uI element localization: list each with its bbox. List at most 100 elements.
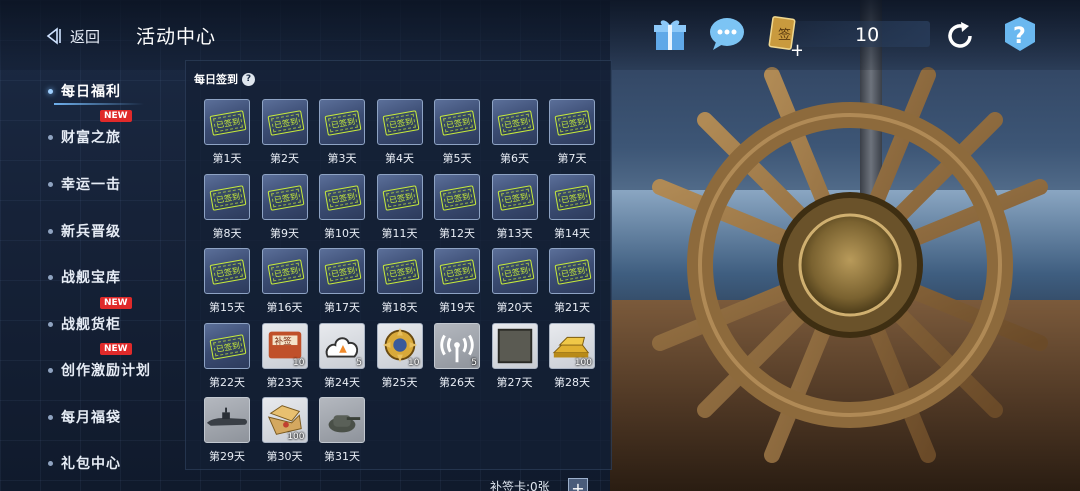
sidebar-item-label: 战舰货柜: [61, 317, 121, 333]
signin-day[interactable]: 已签到 第19天: [434, 248, 480, 316]
signin-day[interactable]: 已签到 第17天: [319, 248, 365, 316]
sign-card-counter: 签 +: [768, 16, 930, 56]
signin-day[interactable]: 5 第26天: [434, 322, 480, 391]
day-label: 第12天: [439, 226, 475, 240]
day-label: 第9天: [270, 226, 299, 240]
reward-tile: 已签到: [376, 248, 423, 294]
day-label: 第31天: [324, 450, 360, 463]
signin-day[interactable]: 100 第28天: [549, 322, 595, 391]
day-label: 第28天: [554, 375, 590, 389]
sidebar-item-0[interactable]: 每日福利: [48, 76, 178, 106]
signin-day[interactable]: 已签到 第15天: [204, 248, 250, 316]
day-label: 第22天: [209, 375, 245, 389]
reward-tile: 已签到: [491, 248, 538, 294]
signin-day[interactable]: 10 第25天: [376, 322, 423, 391]
sidebar-item-label: 新兵晋级: [61, 224, 121, 240]
sidebar-dot: [48, 274, 53, 280]
signin-day[interactable]: 已签到第16天: [261, 248, 308, 316]
day-label: 第5天: [442, 152, 472, 165]
back-button[interactable]: 返回: [44, 24, 100, 48]
day-label: 第2天: [270, 152, 299, 165]
refresh-icon[interactable]: [944, 20, 976, 52]
signin-day[interactable]: 已签到第22天: [204, 322, 250, 391]
reward-quantity: 100: [574, 357, 592, 368]
sidebar-item-4[interactable]: 战舰宝库: [48, 262, 178, 292]
day-label: 第8天: [212, 226, 242, 240]
sidebar-item-label: 财富之旅: [61, 130, 121, 146]
sidebar-item-2[interactable]: 幸运一击: [48, 169, 178, 199]
sidebar-dot: [48, 414, 53, 420]
day-label: 第7天: [557, 152, 587, 165]
signin-day[interactable]: 已签到 第18天: [376, 248, 423, 316]
signed-stamp: 已签到: [382, 110, 419, 136]
plate-icon: [497, 328, 532, 363]
sidebar-item-7[interactable]: 每月福袋: [48, 402, 178, 432]
sidebar-item-5[interactable]: 战舰货柜 NEW: [48, 297, 178, 339]
sidebar-dot: [48, 88, 53, 94]
reward-tile: 5: [319, 322, 365, 369]
signin-day[interactable]: 第29天: [204, 397, 250, 465]
signed-stamp: 已签到: [439, 110, 477, 136]
back-arrow-icon: [46, 27, 61, 45]
reward-tile: 10: [376, 322, 423, 369]
day-label: 第10天: [324, 226, 360, 240]
signin-day[interactable]: 已签到第5天: [434, 99, 480, 167]
signin-day[interactable]: 已签到第9天: [261, 173, 308, 242]
signin-day[interactable]: 已签到 第14天: [549, 173, 595, 242]
sidebar-dot: [48, 181, 53, 187]
signin-day[interactable]: 已签到 第11天: [376, 173, 423, 242]
add-makeup-card-button[interactable]: +: [568, 478, 588, 491]
reward-tile: 已签到: [491, 173, 538, 220]
signin-day[interactable]: 100 第30天: [261, 397, 308, 465]
reward-tile: 已签到: [549, 173, 595, 220]
submarine-icon: [206, 407, 248, 426]
ship-wheel-image: [640, 55, 1060, 475]
signin-day[interactable]: 已签到 第1天: [204, 99, 250, 167]
chat-icon[interactable]: [708, 16, 746, 52]
signin-day[interactable]: 已签到 第8天: [204, 173, 250, 242]
signed-stamp: 已签到: [267, 110, 304, 136]
signin-day[interactable]: 已签到 第20天: [491, 248, 538, 316]
reward-tile: [491, 322, 538, 369]
signin-day[interactable]: 已签到第4天: [376, 99, 423, 167]
gift-icon[interactable]: [652, 16, 688, 52]
day-label: 第4天: [385, 152, 414, 165]
signin-day[interactable]: 已签到 第12天: [434, 173, 480, 242]
sidebar-item-1[interactable]: 财富之旅 NEW: [48, 110, 178, 152]
signin-day[interactable]: 已签到 第13天: [491, 173, 538, 242]
day-label: 第3天: [327, 152, 357, 165]
sign-card-icon[interactable]: 签 +: [768, 16, 802, 56]
svg-text:+: +: [790, 40, 802, 56]
sidebar-item-8[interactable]: 礼包中心: [48, 448, 178, 478]
signin-day[interactable]: 已签到第2天: [261, 99, 308, 167]
help-icon[interactable]: ?: [1002, 16, 1038, 52]
signin-day[interactable]: 已签到 第6天: [491, 99, 538, 167]
signin-day[interactable]: 第27天: [491, 322, 538, 391]
signin-day[interactable]: 已签到 第3天: [319, 99, 365, 167]
signin-day[interactable]: 已签到 第21天: [549, 248, 595, 316]
day-label: 第11天: [381, 226, 418, 240]
reward-quantity: 5: [356, 357, 362, 368]
reward-tile: 100: [549, 322, 595, 369]
reward-tile: [319, 397, 365, 443]
sidebar-dot: [48, 228, 53, 234]
day-label: 第16天: [266, 301, 303, 314]
sidebar-item-3[interactable]: 新兵晋级: [48, 216, 178, 246]
signin-day[interactable]: 已签到 第10天: [319, 173, 365, 242]
signin-day[interactable]: 5 第24天: [319, 322, 365, 391]
reward-tile: [204, 397, 250, 443]
sidebar-item-label: 幸运一击: [61, 177, 121, 193]
day-label: 第24天: [324, 375, 360, 389]
reward-tile: 已签到: [261, 173, 308, 220]
reward-tile: 已签到: [261, 248, 308, 294]
signin-help-icon[interactable]: ?: [242, 72, 255, 86]
signin-day[interactable]: 补签 10 第23天: [261, 322, 308, 391]
reward-tile: 已签到: [204, 322, 250, 369]
sidebar-item-6[interactable]: 创作激励计划 NEW: [48, 343, 178, 385]
signin-day[interactable]: 已签到 第7天: [549, 99, 595, 167]
sidebar-item-label: 礼包中心: [61, 456, 121, 472]
signed-stamp: 已签到: [209, 333, 247, 360]
reward-tile: 已签到: [319, 248, 365, 294]
reward-quantity: 5: [471, 357, 477, 368]
signin-day[interactable]: 第31天: [319, 397, 365, 465]
